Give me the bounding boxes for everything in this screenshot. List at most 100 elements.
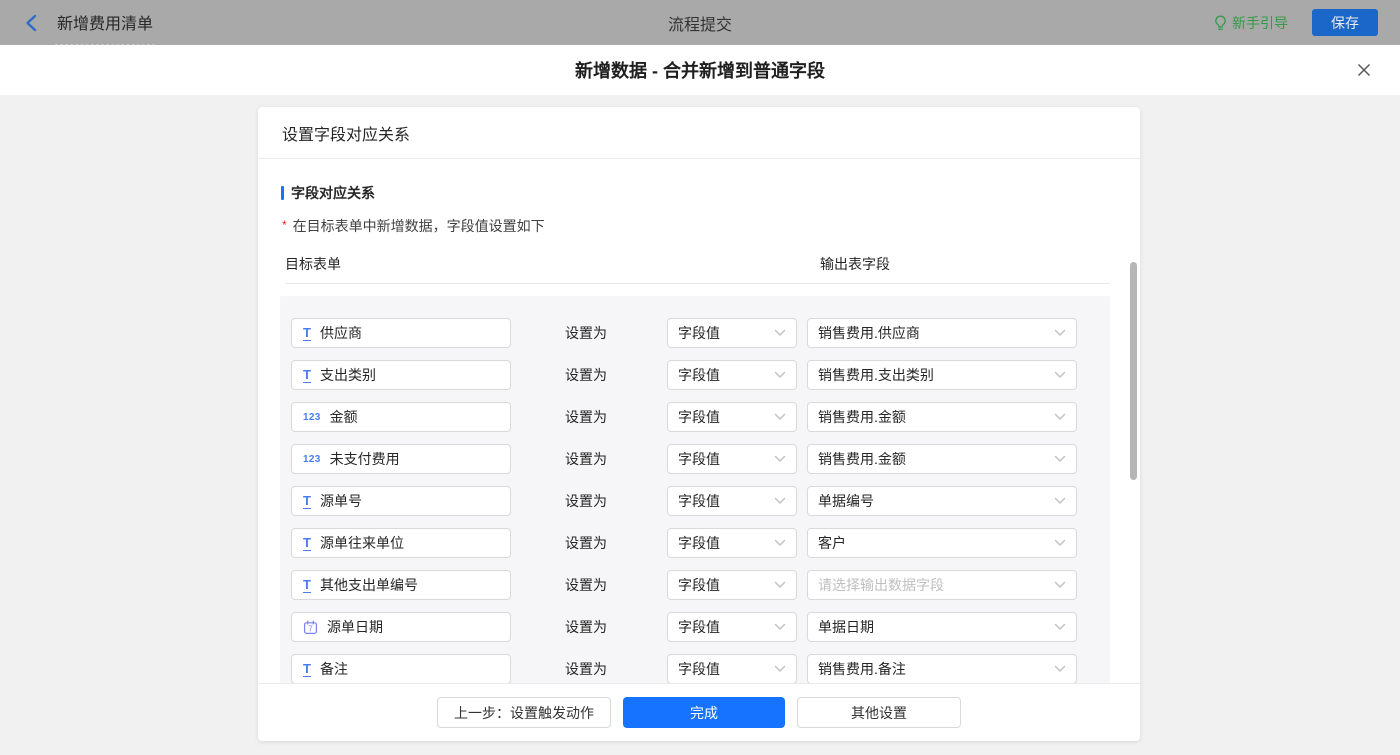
column-header-target: 目标表单 [285,256,341,272]
output-field-value: 单据编号 [818,493,874,509]
dialog-body: 设置字段对应关系 字段对应关系 * 在目标表单中新增数据，字段值设置如下 目标表… [0,95,1400,755]
chevron-down-icon [1054,497,1066,504]
output-field-select[interactable]: 客户 [807,528,1077,558]
previous-step-button[interactable]: 上一步：设置触发动作 [437,697,611,728]
required-mark: * [282,218,287,232]
value-type-select[interactable]: 字段值 [667,318,797,348]
output-field-value: 销售费用.金额 [818,451,906,467]
table-row: 7 源单日期 设置为 字段值 单据日期 [280,606,1110,648]
table-row: T 源单号 设置为 字段值 单据编号 [280,480,1110,522]
chevron-down-icon [774,539,786,546]
table-row: 123 金额 设置为 字段值 销售费用.金额 [280,396,1110,438]
text-field-icon: T [303,534,311,551]
chevron-down-icon [774,455,786,462]
lightbulb-icon [1214,15,1227,31]
output-field-select[interactable]: 请选择输出数据字段 [807,570,1077,600]
mapping-rows: T 供应商 设置为 字段值 销售费用.供应商 T 支出类别 设置为 字段值 销售费用.支出类别 12… [280,296,1110,683]
table-row: T 供应商 设置为 字段值 销售费用.供应商 [280,312,1110,354]
guide-label: 新手引导 [1232,14,1288,31]
set-as-label: 设置为 [565,451,607,467]
target-field-input[interactable]: T 源单往来单位 [291,528,511,558]
target-field-label: 金额 [329,409,358,425]
output-field-select[interactable]: 单据编号 [807,486,1077,516]
value-type-value: 字段值 [678,577,720,593]
set-as-label: 设置为 [565,577,607,593]
target-field-input[interactable]: T 备注 [291,654,511,683]
dialog-title-bar: 新增数据 - 合并新增到普通字段 [0,45,1400,95]
table-row: T 备注 设置为 字段值 销售费用.备注 [280,648,1110,683]
mapping-note: * 在目标表单中新增数据，字段值设置如下 [282,216,1140,236]
target-field-input[interactable]: T 其他支出单编号 [291,570,511,600]
chevron-down-icon [1054,539,1066,546]
target-field-label: 源单日期 [327,619,383,635]
chevron-down-icon [1054,371,1066,378]
target-field-input[interactable]: 123 金额 [291,402,511,432]
value-type-select[interactable]: 字段值 [667,360,797,390]
target-field-input[interactable]: T 支出类别 [291,360,511,390]
value-type-select[interactable]: 字段值 [667,528,797,558]
close-button[interactable] [1354,60,1374,80]
value-type-value: 字段值 [678,661,720,677]
value-type-select[interactable]: 字段值 [667,444,797,474]
other-settings-button[interactable]: 其他设置 [797,697,961,728]
value-type-value: 字段值 [678,535,720,551]
target-field-label: 未支付费用 [329,451,400,467]
target-field-label: 源单号 [319,493,362,509]
chevron-down-icon [774,413,786,420]
value-type-select[interactable]: 字段值 [667,486,797,516]
chevron-down-icon [774,581,786,588]
back-button[interactable] [22,12,40,34]
number-field-icon: 123 [303,411,321,423]
value-type-select[interactable]: 字段值 [667,570,797,600]
text-field-icon: T [303,492,311,509]
output-field-value: 销售费用.供应商 [818,325,920,341]
flow-name-title[interactable]: 新增费用清单 [55,0,156,45]
text-field-icon: T [303,660,311,677]
number-field-icon: 123 [303,453,321,465]
set-as-label: 设置为 [565,325,607,341]
save-button[interactable]: 保存 [1312,9,1378,36]
value-type-select[interactable]: 字段值 [667,402,797,432]
beginner-guide-link[interactable]: 新手引导 [1214,13,1288,33]
section-title-label: 字段对应关系 [291,185,375,201]
chevron-down-icon [1054,329,1066,336]
scrollbar-thumb[interactable] [1130,262,1137,480]
output-field-select[interactable]: 销售费用.金额 [807,444,1077,474]
column-headers: 目标表单 输出表字段 [285,254,1140,274]
topbar-left: 新增费用清单 [22,0,156,45]
set-as-label: 设置为 [565,535,607,551]
target-field-label: 源单往来单位 [319,535,404,551]
output-field-value: 销售费用.金额 [818,409,906,425]
card-footer: 上一步：设置触发动作 完成 其他设置 [258,683,1140,741]
card-body: 字段对应关系 * 在目标表单中新增数据，字段值设置如下 目标表单 输出表字段 T… [258,159,1140,683]
table-row: T 其他支出单编号 设置为 字段值 请选择输出数据字段 [280,564,1110,606]
field-mapping-card: 设置字段对应关系 字段对应关系 * 在目标表单中新增数据，字段值设置如下 目标表… [258,107,1140,741]
chevron-down-icon [774,623,786,630]
output-field-value: 销售费用.备注 [818,661,906,677]
chevron-left-icon [24,14,38,32]
text-field-icon: T [303,324,311,341]
chevron-down-icon [1054,581,1066,588]
chevron-down-icon [1054,665,1066,672]
table-row: T 源单往来单位 设置为 字段值 客户 [280,522,1110,564]
column-header-output: 输出表字段 [820,256,890,272]
chevron-down-icon [774,329,786,336]
value-type-select[interactable]: 字段值 [667,654,797,683]
target-field-input[interactable]: 7 源单日期 [291,612,511,642]
section-title: 字段对应关系 [281,183,1140,203]
finish-button[interactable]: 完成 [623,697,785,728]
top-app-bar: 新增费用清单 流程提交 新手引导 保存 [0,0,1400,45]
dialog-title: 新增数据 - 合并新增到普通字段 [575,61,825,81]
value-type-value: 字段值 [678,619,720,635]
output-field-select[interactable]: 销售费用.备注 [807,654,1077,683]
output-field-select[interactable]: 单据日期 [807,612,1077,642]
target-field-input[interactable]: 123 未支付费用 [291,444,511,474]
value-type-select[interactable]: 字段值 [667,612,797,642]
output-field-select[interactable]: 销售费用.金额 [807,402,1077,432]
chevron-down-icon [1054,455,1066,462]
output-field-select[interactable]: 销售费用.支出类别 [807,360,1077,390]
output-field-select[interactable]: 销售费用.供应商 [807,318,1077,348]
text-field-icon: T [303,366,311,383]
target-field-input[interactable]: T 源单号 [291,486,511,516]
target-field-input[interactable]: T 供应商 [291,318,511,348]
